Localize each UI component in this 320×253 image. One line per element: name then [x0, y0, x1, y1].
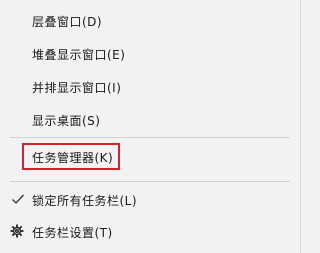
menu-separator	[10, 137, 290, 138]
menu-separator	[10, 181, 290, 182]
menu-item-cascade-windows[interactable]: 层叠窗口(D)	[0, 6, 300, 36]
taskbar-context-menu: 层叠窗口(D) 堆叠显示窗口(E) 并排显示窗口(I) 显示桌面(S) 任务管理…	[0, 0, 301, 253]
menu-item-show-windows-side-by-side[interactable]: 并排显示窗口(I)	[0, 72, 300, 102]
checkmark-icon	[12, 194, 24, 204]
menu-item-show-windows-stacked[interactable]: 堆叠显示窗口(E)	[0, 39, 300, 69]
menu-item-label: 并排显示窗口(I)	[32, 80, 122, 95]
menu-item-lock-all-taskbars[interactable]: 锁定所有任务栏(L)	[0, 185, 300, 215]
menu-item-taskbar-settings[interactable]: 任务栏设置(T)	[0, 217, 300, 247]
menu-item-label: 层叠窗口(D)	[32, 14, 103, 29]
menu-item-label: 锁定所有任务栏(L)	[32, 193, 138, 208]
menu-item-label: 任务栏设置(T)	[32, 225, 113, 240]
menu-item-show-desktop[interactable]: 显示桌面(S)	[0, 105, 300, 135]
menu-item-label: 显示桌面(S)	[32, 113, 101, 128]
highlight-box	[22, 143, 120, 170]
gear-icon	[10, 224, 24, 238]
menu-item-label: 堆叠显示窗口(E)	[32, 47, 126, 62]
